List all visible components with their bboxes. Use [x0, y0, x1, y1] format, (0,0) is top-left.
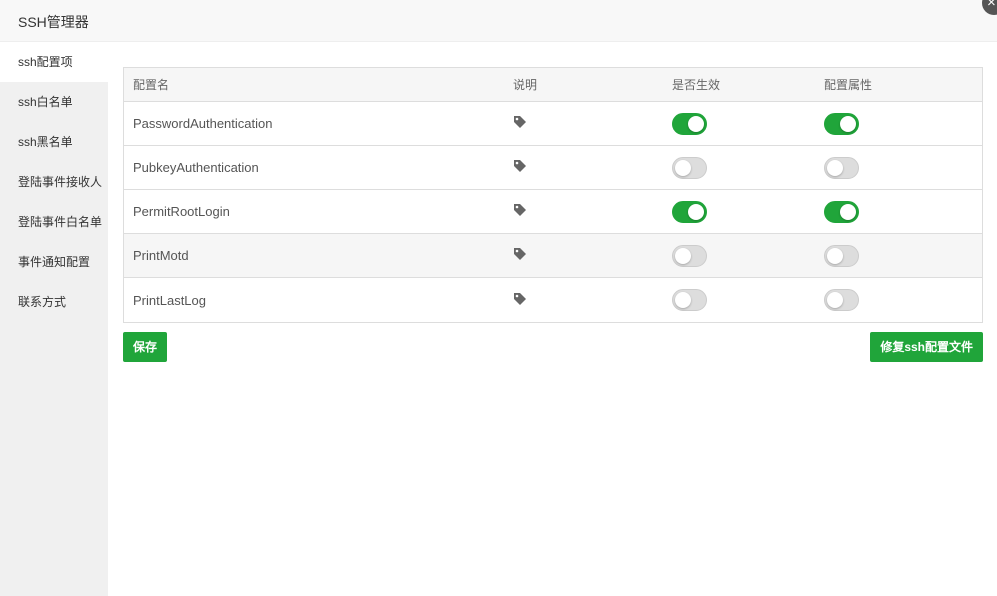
sidebar-item-contact[interactable]: 联系方式 — [0, 282, 108, 322]
main-content: 配置名 说明 是否生效 配置属性 PasswordAuthentication … — [108, 42, 997, 596]
tag-icon[interactable] — [513, 247, 527, 261]
tag-icon[interactable] — [513, 292, 527, 306]
table-row: PasswordAuthentication — [124, 102, 982, 146]
table-row: PrintMotd — [124, 234, 982, 278]
sidebar: ssh配置项 ssh白名单 ssh黑名单 登陆事件接收人 登陆事件白名单 事件通… — [0, 42, 108, 596]
sidebar-item-ssh-blacklist[interactable]: ssh黑名单 — [0, 122, 108, 162]
sidebar-item-login-whitelist[interactable]: 登陆事件白名单 — [0, 202, 108, 242]
config-table: 配置名 说明 是否生效 配置属性 PasswordAuthentication … — [123, 67, 983, 323]
toggle-knob — [827, 292, 843, 308]
config-name: PasswordAuthentication — [133, 116, 273, 131]
sidebar-item-ssh-config[interactable]: ssh配置项 — [0, 42, 108, 82]
toggle-knob — [827, 159, 843, 176]
attr-toggle[interactable] — [824, 289, 859, 311]
toggle-knob — [688, 115, 704, 132]
header-desc: 说明 — [513, 78, 538, 92]
table-row: PrintLastLog — [124, 278, 982, 322]
table-row: PermitRootLogin — [124, 190, 982, 234]
table-body: PasswordAuthentication PubkeyAuthenticat… — [124, 102, 982, 322]
sidebar-item-login-recipients[interactable]: 登陆事件接收人 — [0, 162, 108, 202]
toggle-knob — [840, 203, 856, 220]
tag-icon[interactable] — [513, 115, 527, 129]
config-name: PermitRootLogin — [133, 204, 230, 219]
titlebar: SSH管理器 — [0, 0, 997, 42]
toggle-knob — [675, 247, 691, 264]
toggle-knob — [675, 159, 691, 176]
ssh-manager-window: SSH管理器 × ssh配置项 ssh白名单 ssh黑名单 登陆事件接收人 登陆… — [0, 0, 997, 596]
attr-toggle[interactable] — [824, 112, 859, 135]
toggle-knob — [688, 203, 704, 220]
toggle-knob — [675, 292, 691, 308]
header-attr: 配置属性 — [824, 78, 873, 92]
attr-toggle[interactable] — [824, 200, 859, 223]
toggle-knob — [827, 247, 843, 264]
enabled-toggle[interactable] — [672, 244, 707, 267]
table-row: PubkeyAuthentication — [124, 146, 982, 190]
sidebar-item-ssh-whitelist[interactable]: ssh白名单 — [0, 82, 108, 122]
table-header: 配置名 说明 是否生效 配置属性 — [124, 68, 982, 102]
attr-toggle[interactable] — [824, 244, 859, 267]
enabled-toggle[interactable] — [672, 289, 707, 311]
toggle-knob — [840, 115, 856, 132]
header-name: 配置名 — [133, 78, 170, 92]
repair-config-button[interactable]: 修复ssh配置文件 — [870, 332, 983, 362]
header-enabled: 是否生效 — [672, 78, 721, 92]
tag-icon[interactable] — [513, 159, 527, 173]
save-button[interactable]: 保存 — [123, 332, 168, 362]
attr-toggle[interactable] — [824, 156, 859, 179]
window-title: SSH管理器 — [18, 14, 89, 30]
config-name: PrintLastLog — [133, 292, 206, 308]
enabled-toggle[interactable] — [672, 200, 707, 223]
config-name: PubkeyAuthentication — [133, 160, 259, 175]
enabled-toggle[interactable] — [672, 112, 707, 135]
tag-icon[interactable] — [513, 203, 527, 217]
enabled-toggle[interactable] — [672, 156, 707, 179]
config-name: PrintMotd — [133, 248, 189, 263]
sidebar-item-notify-config[interactable]: 事件通知配置 — [0, 242, 108, 282]
